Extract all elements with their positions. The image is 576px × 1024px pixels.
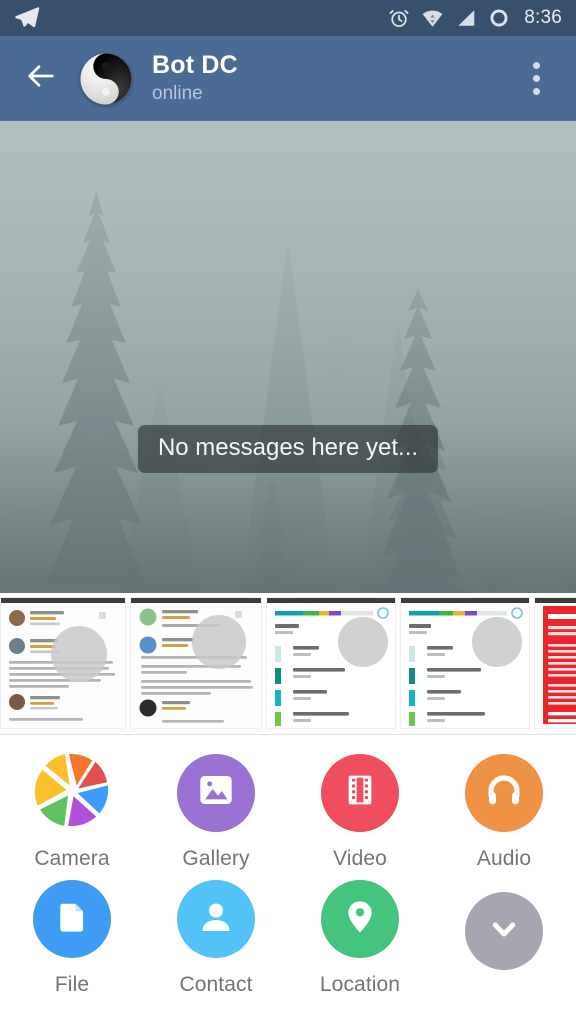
- attach-option-collapse[interactable]: [432, 892, 576, 985]
- battery-ring-icon: [488, 7, 510, 29]
- list-item[interactable]: [130, 597, 262, 729]
- status-bar: 8:36: [0, 0, 576, 36]
- attach-option-label: Audio: [476, 846, 532, 870]
- attach-option-location[interactable]: Location: [288, 880, 432, 997]
- attach-option-file[interactable]: File: [0, 880, 144, 997]
- photo-attachment-strip[interactable]: [0, 593, 576, 735]
- gallery-image-icon: [196, 770, 236, 815]
- more-vertical-icon: [532, 62, 540, 69]
- list-item[interactable]: [400, 597, 530, 729]
- more-vertical-icon: [532, 88, 540, 95]
- contact-person-icon: [196, 897, 236, 942]
- attach-option-camera[interactable]: Camera: [0, 754, 144, 871]
- attachment-menu: Camera Gallery Video Audio File Contact …: [0, 735, 576, 1024]
- list-item[interactable]: [534, 597, 576, 729]
- status-bar-right: 8:36: [388, 7, 562, 29]
- page-title: Bot DC: [152, 51, 238, 80]
- attach-option-label: Camera: [34, 846, 110, 870]
- alarm-clock-icon: [388, 7, 410, 29]
- attach-option-gallery[interactable]: Gallery: [144, 753, 288, 871]
- overflow-menu-button[interactable]: [514, 53, 558, 105]
- attach-option-label: Location: [319, 973, 401, 997]
- back-button[interactable]: [18, 56, 64, 102]
- location-icon-circle: [321, 880, 399, 959]
- list-item[interactable]: [266, 597, 396, 729]
- thumbnail-app-reviews-1: [1, 598, 125, 728]
- thumbnail-storage-usage-2: [401, 598, 529, 728]
- camera-icon-circle: [33, 754, 111, 832]
- attach-option-label: File: [54, 973, 90, 997]
- attach-option-label: Video: [333, 846, 387, 870]
- collapse-icon-circle: [465, 892, 543, 971]
- attach-option-video[interactable]: Video: [288, 753, 432, 871]
- audio-icon-circle: [465, 753, 543, 832]
- attach-option-label: Gallery: [182, 846, 250, 870]
- phone-screen: 8:36 Bot DC online No messages here yet.…: [0, 0, 576, 1024]
- status-bar-clock: 8:36: [524, 7, 562, 28]
- wifi-icon: [421, 7, 444, 29]
- file-document-icon: [53, 898, 91, 941]
- empty-chat-placeholder: No messages here yet...: [137, 425, 439, 473]
- attach-option-audio[interactable]: Audio: [432, 753, 576, 871]
- chat-message-area[interactable]: No messages here yet...: [0, 121, 576, 593]
- video-icon-circle: [321, 753, 399, 832]
- list-item[interactable]: [0, 597, 126, 729]
- thumbnail-storage-usage-1: [267, 598, 395, 728]
- telegram-plane-icon: [14, 5, 40, 31]
- location-pin-icon: [340, 897, 380, 942]
- more-vertical-icon: [532, 75, 540, 82]
- status-bar-left: [14, 5, 40, 31]
- file-icon-circle: [33, 880, 111, 959]
- yin-yang-avatar: [80, 53, 132, 105]
- chevron-down-icon: [485, 910, 523, 953]
- contact-icon-circle: [177, 880, 255, 959]
- thumbnail-warning-page: [535, 598, 576, 728]
- attach-option-label: Contact: [179, 973, 253, 997]
- thumbnail-app-reviews-2: [131, 598, 261, 728]
- app-bar: Bot DC online: [0, 36, 576, 121]
- attach-option-contact[interactable]: Contact: [144, 880, 288, 997]
- status-badge: online: [152, 83, 203, 105]
- chat-wallpaper: [0, 121, 576, 593]
- avatar[interactable]: [80, 53, 132, 105]
- gallery-icon-circle: [177, 753, 255, 832]
- audio-headphones-icon: [484, 770, 524, 815]
- chat-header-titles[interactable]: Bot DC online: [152, 51, 238, 105]
- camera-aperture-icon: [33, 751, 111, 834]
- video-film-icon: [340, 770, 380, 815]
- cell-signal-icon: [455, 7, 477, 29]
- back-arrow-icon: [24, 59, 58, 98]
